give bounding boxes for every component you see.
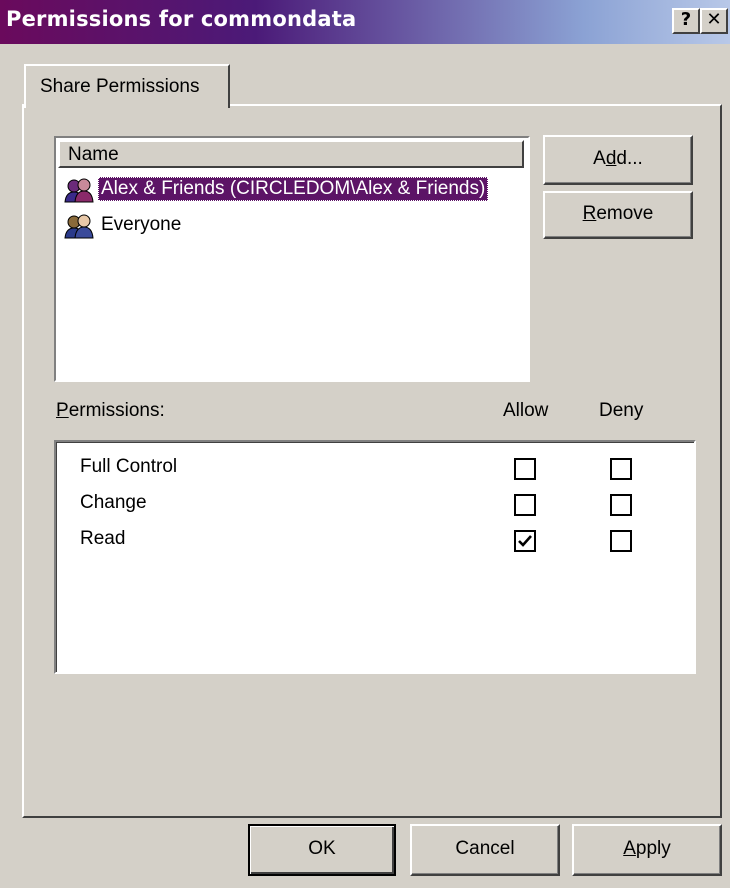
allow-full-control-checkbox[interactable] [514,458,536,480]
help-icon: ? [680,9,692,30]
ok-button-label: OK [308,838,336,859]
permissions-label: Permissions: [56,400,165,421]
apply-button-label: Apply [623,838,671,859]
allow-column-header: Allow [503,400,549,421]
cancel-button[interactable]: Cancel [410,824,560,876]
add-button[interactable]: Add... [543,135,693,185]
help-button[interactable]: ? [672,8,700,34]
list-item-label: Alex & Friends (CIRCLEDOM\Alex & Friends… [98,177,489,201]
remove-button-label: Remove [582,203,654,224]
list-item[interactable]: Everyone [62,210,526,244]
names-listbox[interactable]: Name Alex & Friends (CIRCLEDOM\Alex & Fr… [54,136,530,382]
list-item-label: Everyone [101,214,182,235]
deny-read-checkbox[interactable] [610,530,632,552]
title-bar[interactable]: Permissions for commondata ? ✕ [0,0,730,44]
deny-column-header: Deny [599,400,644,421]
checkmark-icon [518,535,532,547]
dialog-title: Permissions for commondata [6,7,357,31]
apply-button[interactable]: Apply [572,824,722,876]
permission-row-read: Read [56,524,692,560]
name-column-header[interactable]: Name [58,140,524,168]
tab-share-permissions[interactable]: Share Permissions [24,64,230,108]
deny-change-checkbox[interactable] [610,494,632,516]
ok-button[interactable]: OK [248,824,396,876]
deny-full-control-checkbox[interactable] [610,458,632,480]
permission-name: Change [80,492,147,513]
remove-button[interactable]: Remove [543,191,693,239]
permission-name: Full Control [80,456,178,477]
permission-name: Read [80,528,126,549]
add-button-label: Add... [593,148,643,169]
permission-row-change: Change [56,488,692,524]
allow-change-checkbox[interactable] [514,494,536,516]
list-item[interactable]: Alex & Friends (CIRCLEDOM\Alex & Friends… [62,174,526,208]
permissions-dialog: Permissions for commondata ? ✕ Share Per… [0,0,730,888]
allow-read-checkbox[interactable] [514,530,536,552]
tab-label: Share Permissions [40,76,200,97]
name-column-label: Name [68,144,119,165]
cancel-button-label: Cancel [455,838,515,859]
user-group-icon [64,178,94,203]
close-button[interactable]: ✕ [700,8,728,34]
permissions-list: Full Control Change Read [54,440,696,674]
close-icon: ✕ [706,9,722,30]
user-group-icon [64,214,94,239]
permission-row-full-control: Full Control [56,452,692,488]
